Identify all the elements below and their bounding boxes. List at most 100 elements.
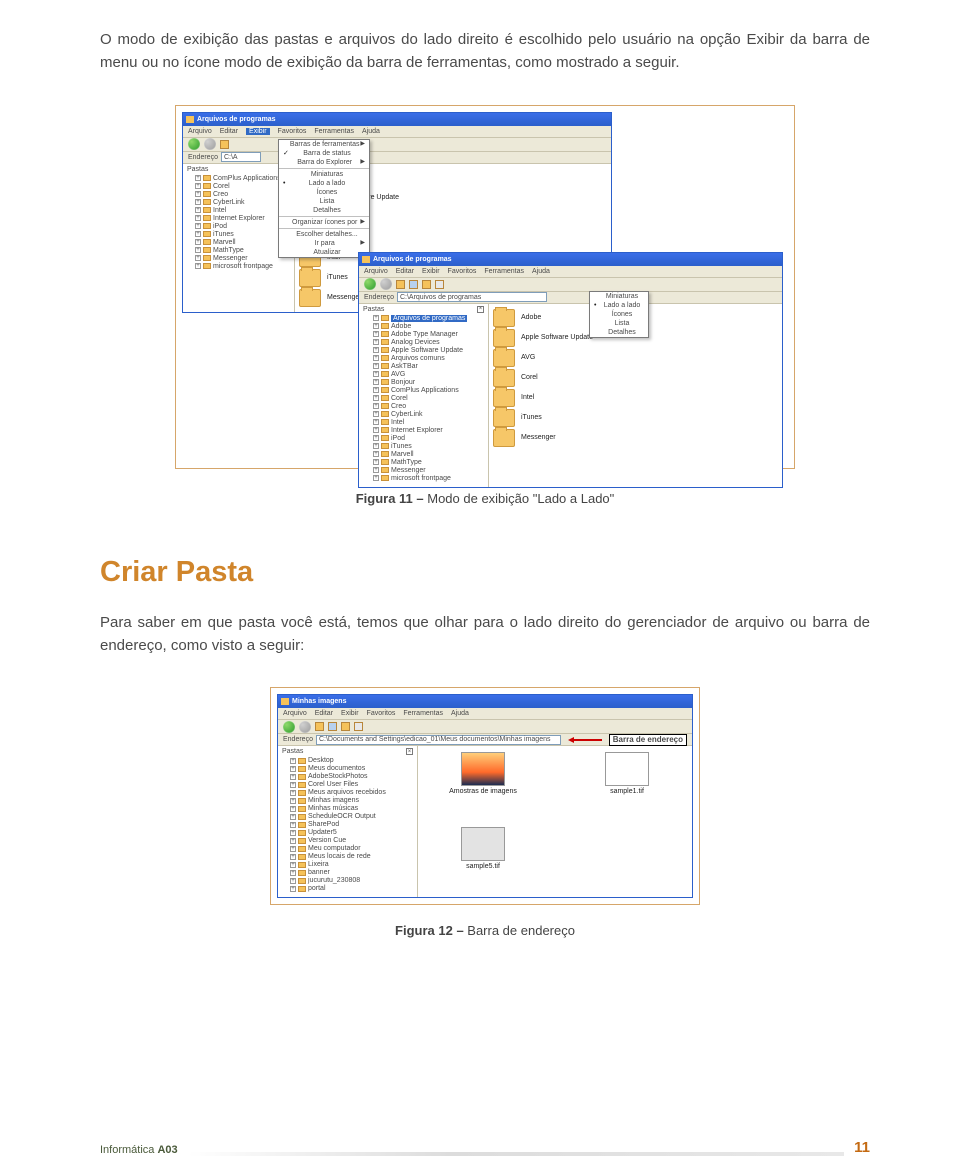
menu-item[interactable]: Lista [279, 197, 369, 206]
tree-item[interactable]: +MathType [185, 247, 292, 255]
menu-editar[interactable]: Editar [315, 710, 333, 717]
expand-icon[interactable]: + [373, 475, 379, 481]
menu-favoritos[interactable]: Favoritos [367, 710, 396, 717]
folder-tile[interactable]: AVG [493, 348, 778, 368]
expand-icon[interactable]: + [195, 183, 201, 189]
expand-icon[interactable]: + [373, 323, 379, 329]
expand-icon[interactable]: + [373, 419, 379, 425]
expand-icon[interactable]: + [290, 814, 296, 820]
address-input[interactable]: C:\Arquivos de programas [397, 292, 547, 302]
window-titlebar[interactable]: Minhas imagens [278, 695, 692, 708]
tree-item[interactable]: +Creo [185, 191, 292, 199]
tree-item[interactable]: +SharePod [280, 821, 415, 829]
back-button[interactable] [364, 278, 376, 290]
address-input[interactable]: C:\Documents and Settings\edicao_01\Meus… [316, 735, 561, 745]
expand-icon[interactable]: + [290, 806, 296, 812]
expand-icon[interactable]: + [290, 798, 296, 804]
menu-editar[interactable]: Editar [396, 268, 414, 275]
expand-icon[interactable]: + [290, 822, 296, 828]
forward-button[interactable] [204, 138, 216, 150]
up-button[interactable] [315, 722, 324, 731]
menu-exibir[interactable]: Exibir [341, 710, 359, 717]
expand-icon[interactable]: + [290, 790, 296, 796]
search-button[interactable] [409, 280, 418, 289]
expand-icon[interactable]: + [373, 331, 379, 337]
expand-icon[interactable]: + [373, 363, 379, 369]
tree-item[interactable]: +Bonjour [361, 379, 486, 387]
tree-item[interactable]: +jucurutu_230808 [280, 877, 415, 885]
menu-ajuda[interactable]: Ajuda [532, 268, 550, 275]
expand-icon[interactable]: + [195, 215, 201, 221]
up-button[interactable] [396, 280, 405, 289]
views-button[interactable] [435, 280, 444, 289]
expand-icon[interactable]: + [373, 387, 379, 393]
thumbnail[interactable]: Amostras de imagens [424, 752, 542, 817]
address-input[interactable]: C:\A [221, 152, 261, 162]
tree-item[interactable]: +Messenger [361, 467, 486, 475]
menu-item[interactable]: Miniaturas [279, 170, 369, 179]
expand-icon[interactable]: + [290, 886, 296, 892]
tree-item[interactable]: +microsoft frontpage [361, 475, 486, 483]
expand-icon[interactable]: + [373, 347, 379, 353]
expand-icon[interactable]: + [290, 878, 296, 884]
expand-icon[interactable]: + [290, 758, 296, 764]
forward-button[interactable] [299, 721, 311, 733]
folder-tile[interactable]: Messenger [493, 428, 778, 448]
menu-item[interactable]: •Lado a lado [590, 301, 648, 310]
folder-tile[interactable]: iTunes [493, 408, 778, 428]
menu-item[interactable]: ✓Barra de status [279, 149, 369, 158]
folder-tile[interactable]: Corel [493, 368, 778, 388]
expand-icon[interactable]: + [195, 239, 201, 245]
tree-item[interactable]: +Arquivos comuns [361, 355, 486, 363]
tree-item[interactable]: +ScheduleOCR Output [280, 813, 415, 821]
tree-item[interactable]: +Meus documentos [280, 765, 415, 773]
up-button[interactable] [220, 140, 229, 149]
menu-editar[interactable]: Editar [220, 128, 238, 135]
menu-item[interactable]: Organizar ícones por▶ [279, 218, 369, 227]
menu-item[interactable]: Ícones [590, 310, 648, 319]
tree-item[interactable]: +Marvell [361, 451, 486, 459]
expand-icon[interactable]: + [195, 199, 201, 205]
menu-ferramentas[interactable]: Ferramentas [314, 128, 354, 135]
tree-item[interactable]: +iPod [185, 223, 292, 231]
tree-item[interactable]: +Version Cue [280, 837, 415, 845]
tree-item[interactable]: +Updater5 [280, 829, 415, 837]
tree-item[interactable]: +iTunes [361, 443, 486, 451]
folder-tile[interactable]: Intel [493, 388, 778, 408]
menu-item[interactable]: Barras de ferramentas▶ [279, 140, 369, 149]
expand-icon[interactable]: + [195, 263, 201, 269]
tree-item[interactable]: +ComPlus Applications [361, 387, 486, 395]
tree-item[interactable]: +Analog Devices [361, 339, 486, 347]
expand-icon[interactable]: + [373, 411, 379, 417]
tree-item[interactable]: +Apple Software Update [361, 347, 486, 355]
tree-item[interactable]: +CyberLink [185, 199, 292, 207]
expand-icon[interactable]: + [373, 379, 379, 385]
menu-exibir[interactable]: Exibir [246, 128, 270, 135]
expand-icon[interactable]: + [290, 830, 296, 836]
tree-item[interactable]: +iTunes [185, 231, 292, 239]
tree-item[interactable]: +MathType [361, 459, 486, 467]
menu-ferramentas[interactable]: Ferramentas [403, 710, 443, 717]
tree-item[interactable]: +Minhas imagens [280, 797, 415, 805]
expand-icon[interactable]: + [373, 443, 379, 449]
tree-item[interactable]: +Desktop [280, 757, 415, 765]
menu-arquivo[interactable]: Arquivo [188, 128, 212, 135]
thumbnail[interactable]: sample5.tif [424, 827, 542, 892]
tree-item[interactable]: +banner [280, 869, 415, 877]
tree-item[interactable]: +Internet Explorer [185, 215, 292, 223]
menu-ferramentas[interactable]: Ferramentas [484, 268, 524, 275]
expand-icon[interactable]: + [290, 838, 296, 844]
expand-icon[interactable]: + [373, 371, 379, 377]
expand-icon[interactable]: + [290, 862, 296, 868]
expand-icon[interactable]: + [373, 451, 379, 457]
menu-item[interactable]: Atualizar [279, 248, 369, 257]
expand-icon[interactable]: + [373, 459, 379, 465]
tree-item[interactable]: +Meus locais de rede [280, 853, 415, 861]
close-icon[interactable]: × [406, 748, 413, 755]
expand-icon[interactable]: + [373, 427, 379, 433]
menu-item[interactable]: Escolher detalhes... [279, 230, 369, 239]
tree-item[interactable]: +Corel [361, 395, 486, 403]
window-titlebar[interactable]: Arquivos de programas [359, 253, 782, 266]
tree-item[interactable]: +Arquivos de programas [361, 315, 486, 323]
tree-item[interactable]: +AdobeStockPhotos [280, 773, 415, 781]
